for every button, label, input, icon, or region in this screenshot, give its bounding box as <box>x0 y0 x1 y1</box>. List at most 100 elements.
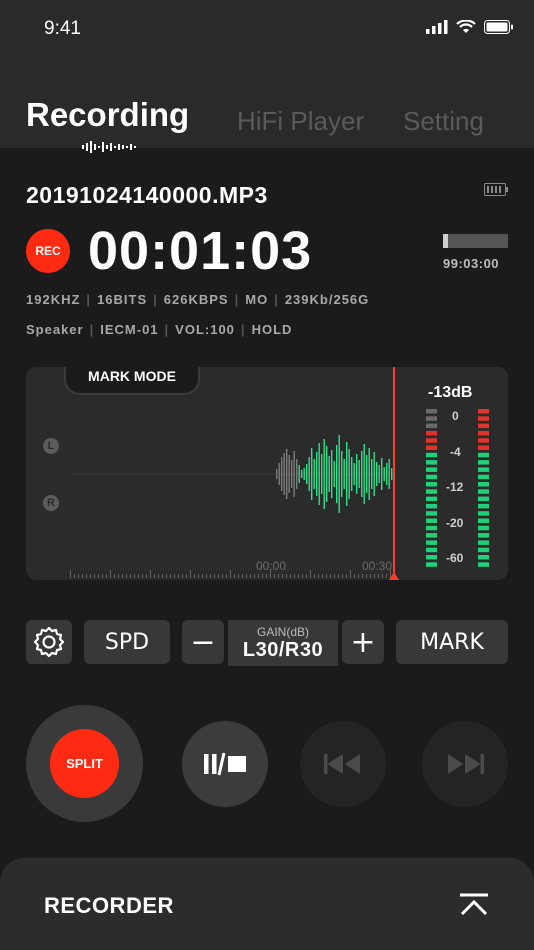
tab-hifi-player[interactable]: HiFi Player <box>237 106 364 137</box>
ruler-tick <box>214 574 215 578</box>
gain-plus-button[interactable]: + <box>342 620 384 664</box>
playhead[interactable] <box>393 367 395 580</box>
ruler-tick <box>94 574 95 578</box>
waveform-bar <box>313 459 315 489</box>
waveform-bar <box>326 446 328 502</box>
wifi-icon <box>456 20 476 33</box>
ruler-tick <box>334 574 335 578</box>
ruler-tick <box>150 570 151 578</box>
input-device: IECM-01 <box>100 322 159 337</box>
level-meter-segment <box>478 445 489 450</box>
level-meter-segment <box>478 533 489 538</box>
next-button[interactable] <box>422 721 508 807</box>
tab-setting[interactable]: Setting <box>403 106 484 137</box>
waveform-bar <box>286 449 288 499</box>
ruler-tick <box>174 574 175 578</box>
waveform-bar <box>376 462 378 486</box>
playhead-marker-icon <box>389 572 399 580</box>
ruler-tick <box>70 570 71 578</box>
ruler-tick <box>378 574 379 578</box>
pause-stop-button[interactable] <box>182 721 268 807</box>
waveform-panel[interactable]: MARK MODE L R 00:00 00:30 -13dB 0 -4 -12… <box>26 367 508 580</box>
ruler-tick <box>294 574 295 578</box>
battery-icon <box>484 183 508 196</box>
ruler-tick <box>278 574 279 578</box>
level-meter-segment <box>426 445 437 450</box>
ruler-tick <box>114 574 115 578</box>
split-button[interactable]: SPLIT <box>50 729 119 798</box>
ruler-tick <box>358 574 359 578</box>
level-meter-segment <box>478 496 489 502</box>
waveform-bar <box>361 451 363 497</box>
waveform-bar <box>346 442 348 506</box>
ruler-tick <box>342 574 343 578</box>
rec-indicator: REC <box>26 229 70 273</box>
ruler-tick <box>290 574 291 578</box>
ruler-tick <box>266 574 267 578</box>
waveform-bar <box>331 450 333 498</box>
level-meter-segment <box>426 452 437 458</box>
previous-button[interactable] <box>300 721 386 807</box>
ruler-tick <box>202 574 203 578</box>
level-meter-segment <box>478 467 489 472</box>
ruler-tick <box>282 574 283 578</box>
ruler-tick <box>178 574 179 578</box>
level-meter-segment <box>426 540 437 545</box>
remaining-storage-fill <box>443 234 449 248</box>
ruler-tick <box>310 570 311 578</box>
waveform-bar <box>311 448 313 500</box>
mark-button[interactable]: MARK <box>396 620 508 664</box>
ruler-tick <box>90 574 91 578</box>
recording-timer: 00:01:03 <box>88 221 313 281</box>
output-device: Speaker <box>26 322 84 337</box>
ruler-tick <box>318 574 319 578</box>
waveform-bar <box>283 453 285 495</box>
level-meter-segment <box>426 423 437 429</box>
ruler-tick <box>242 574 243 578</box>
ruler-tick <box>74 574 75 578</box>
tab-recording[interactable]: Recording <box>26 96 189 134</box>
spd-button[interactable]: SPD <box>84 620 170 664</box>
waveform-bar <box>316 452 318 496</box>
ruler-tick <box>262 574 263 578</box>
level-meter-segment <box>478 547 489 553</box>
waveform-bar <box>328 456 330 492</box>
ruler-tick <box>154 574 155 578</box>
ruler-tick <box>274 574 275 578</box>
level-meter-segment <box>478 555 489 560</box>
level-meter-segment <box>426 547 437 553</box>
level-meter-segment <box>426 511 437 516</box>
ruler-tick <box>98 574 99 578</box>
ruler-tick <box>134 574 135 578</box>
storage-usage: 239Kb/256G <box>284 292 370 307</box>
ruler-tick <box>162 574 163 578</box>
level-meter-segment <box>426 555 437 560</box>
waveform-bar <box>373 452 375 496</box>
gain-minus-button[interactable]: − <box>182 620 224 664</box>
waveform-bar <box>321 454 323 494</box>
db-scale-0: 0 <box>452 409 459 423</box>
recording-filename: 20191024140000.MP3 <box>26 182 268 208</box>
ruler-tick <box>314 574 315 578</box>
level-meter-segment <box>478 423 489 429</box>
level-meter-segment <box>478 482 489 487</box>
expand-up-icon[interactable] <box>459 893 489 917</box>
skip-forward-icon <box>448 754 484 774</box>
ruler-tick <box>182 574 183 578</box>
waveform-bar <box>378 465 380 483</box>
ruler-tick <box>118 574 119 578</box>
db-scale-60: -60 <box>446 551 464 565</box>
level-meter-segment <box>426 525 437 531</box>
gear-icon <box>33 626 65 658</box>
hold-status: HOLD <box>251 322 293 337</box>
waveform-bar <box>298 465 300 483</box>
level-meter-segment <box>426 489 437 494</box>
waveform-bar <box>341 451 343 497</box>
level-meter-segment <box>426 409 437 414</box>
ruler-tick <box>102 574 103 578</box>
waveform-bar <box>296 459 298 489</box>
level-meter-segment <box>426 460 437 465</box>
waveform-bar <box>348 449 350 499</box>
ruler-tick <box>234 574 235 578</box>
settings-button[interactable] <box>26 620 72 664</box>
